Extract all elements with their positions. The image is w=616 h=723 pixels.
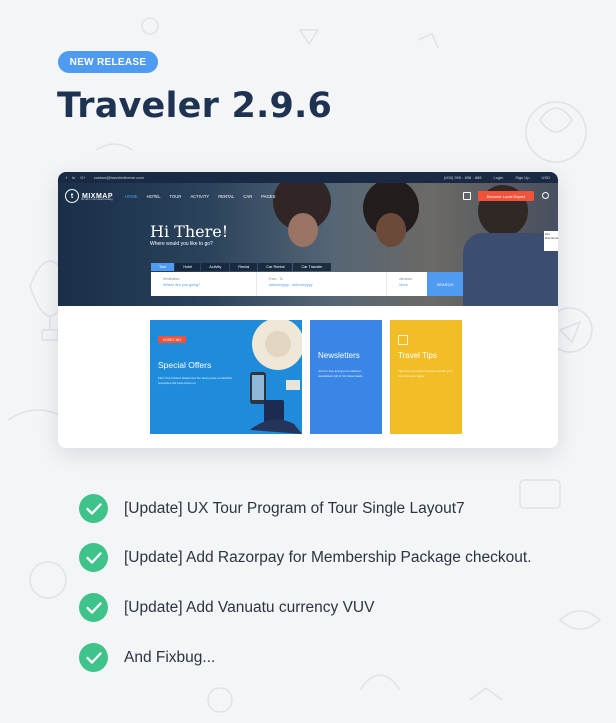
nav-item-home[interactable]: HOME	[125, 194, 138, 199]
newsletters-card[interactable]: Newsletters Join for free and get our ta…	[310, 320, 382, 434]
date-range-field[interactable]: From - To dd/mm/yyyy - dd/mm/yyyy	[257, 272, 388, 296]
list-item: [Update] Add Vanuatu currency VUV	[79, 593, 374, 622]
top-bar: f in G+ contact@travelertheme.com (000) …	[58, 172, 558, 183]
advance-label: Advance	[399, 277, 413, 281]
update-text: [Update] UX Tour Program of Tour Single …	[124, 499, 465, 517]
tab-tour[interactable]: Tour	[151, 263, 175, 271]
list-item: And Fixbug...	[79, 643, 215, 672]
card-title: Travel Tips	[398, 351, 437, 360]
hero-banner: t MIXMAP the all in one travel booking H…	[58, 183, 558, 306]
special-offers-card[interactable]: HONEY MIX Special Offers Find Your Perfe…	[150, 320, 302, 434]
tab-activity[interactable]: Activity	[201, 263, 230, 271]
search-tabs: Tour Hotel Activity Rental Car Rental Ca…	[151, 263, 332, 271]
page-title: Traveler 2.9.6	[57, 86, 333, 126]
card-tag: HONEY MIX	[158, 336, 187, 343]
nav-item-hotel[interactable]: HOTEL	[147, 194, 161, 199]
card-text: Join for free and get our tailored newsl…	[318, 369, 363, 378]
checkmark-icon	[79, 643, 108, 672]
website-screenshot: f in G+ contact@travelertheme.com (000) …	[58, 172, 558, 448]
card-title: Special Offers	[158, 360, 212, 370]
date-range-label: From - To	[268, 277, 283, 281]
tab-car-rental[interactable]: Car Rental	[258, 263, 293, 271]
update-text: [Update] Add Vanuatu currency VUV	[124, 598, 375, 616]
destination-input[interactable]: Where are you going?	[163, 283, 200, 287]
hero-subheading: Where would you like to go?	[150, 241, 213, 247]
new-release-badge: NEW RELEASE	[58, 51, 158, 73]
advance-more[interactable]: More	[399, 283, 408, 287]
checkmark-icon	[79, 494, 108, 523]
list-item: [Update] Add Razorpay for Membership Pac…	[79, 543, 532, 572]
nav-item-activity[interactable]: ACTIVITY	[190, 194, 209, 199]
nav-item-tour[interactable]: TOUR	[170, 194, 182, 199]
checkmark-icon	[79, 593, 108, 622]
tips-icon	[398, 335, 408, 345]
discount-card[interactable]: 20+ Discounts	[544, 231, 558, 251]
nav-item-pages[interactable]: PAGES	[261, 194, 275, 199]
nav-item-car[interactable]: CAR	[243, 194, 252, 199]
logo-icon: t	[65, 189, 79, 203]
facebook-icon[interactable]: f	[66, 175, 67, 180]
search-form: Destination Where are you going? From - …	[151, 272, 463, 296]
destination-label: Destination	[163, 277, 180, 281]
date-range-input[interactable]: dd/mm/yyyy - dd/mm/yyyy	[269, 283, 313, 287]
site-logo[interactable]: t MIXMAP the all in one travel booking	[65, 189, 113, 203]
search-button[interactable]: SEARCH	[427, 272, 463, 296]
checkmark-icon	[79, 543, 108, 572]
currency-select[interactable]: USD	[542, 175, 550, 180]
main-nav: t MIXMAP the all in one travel booking H…	[58, 183, 558, 209]
signup-link[interactable]: Sign Up	[515, 175, 529, 180]
google-plus-icon[interactable]: G+	[80, 175, 85, 180]
travel-tips-card[interactable]: Travel Tips Tips from our travel experts…	[390, 320, 462, 434]
become-local-expert-button[interactable]: Become Local Expert	[478, 191, 534, 201]
hero-heading: Hi There!	[150, 222, 229, 241]
tab-rental[interactable]: Rental	[230, 263, 258, 271]
search-icon[interactable]	[542, 192, 549, 199]
card-title: Newsletters	[318, 351, 360, 360]
advance-field[interactable]: Advance More	[387, 272, 427, 296]
topbar-email[interactable]: contact@travelertheme.com	[94, 175, 144, 180]
linkedin-icon[interactable]: in	[72, 175, 75, 180]
tab-hotel[interactable]: Hotel	[175, 263, 201, 271]
list-item: [Update] UX Tour Program of Tour Single …	[79, 494, 465, 523]
cart-icon[interactable]	[463, 192, 471, 200]
tab-car-transfer[interactable]: Car Transfer	[293, 263, 331, 271]
destination-field[interactable]: Destination Where are you going?	[151, 272, 257, 296]
topbar-phone: (000) 999 - 898 - 888	[443, 175, 482, 180]
update-text: [Update] Add Razorpay for Membership Pac…	[124, 548, 532, 566]
card-text: Find Your Perfect Hotels Get the best pr…	[158, 376, 233, 385]
nav-item-rental[interactable]: RENTAL	[218, 194, 234, 199]
card-text: Tips from our travel experts to make you…	[398, 369, 453, 378]
login-link[interactable]: Login	[494, 175, 504, 180]
nav-menu: HOME HOTEL TOUR ACTIVITY RENTAL CAR PAGE…	[125, 194, 275, 199]
logo-tagline: the all in one travel booking	[81, 198, 113, 201]
update-text: And Fixbug...	[124, 648, 216, 666]
